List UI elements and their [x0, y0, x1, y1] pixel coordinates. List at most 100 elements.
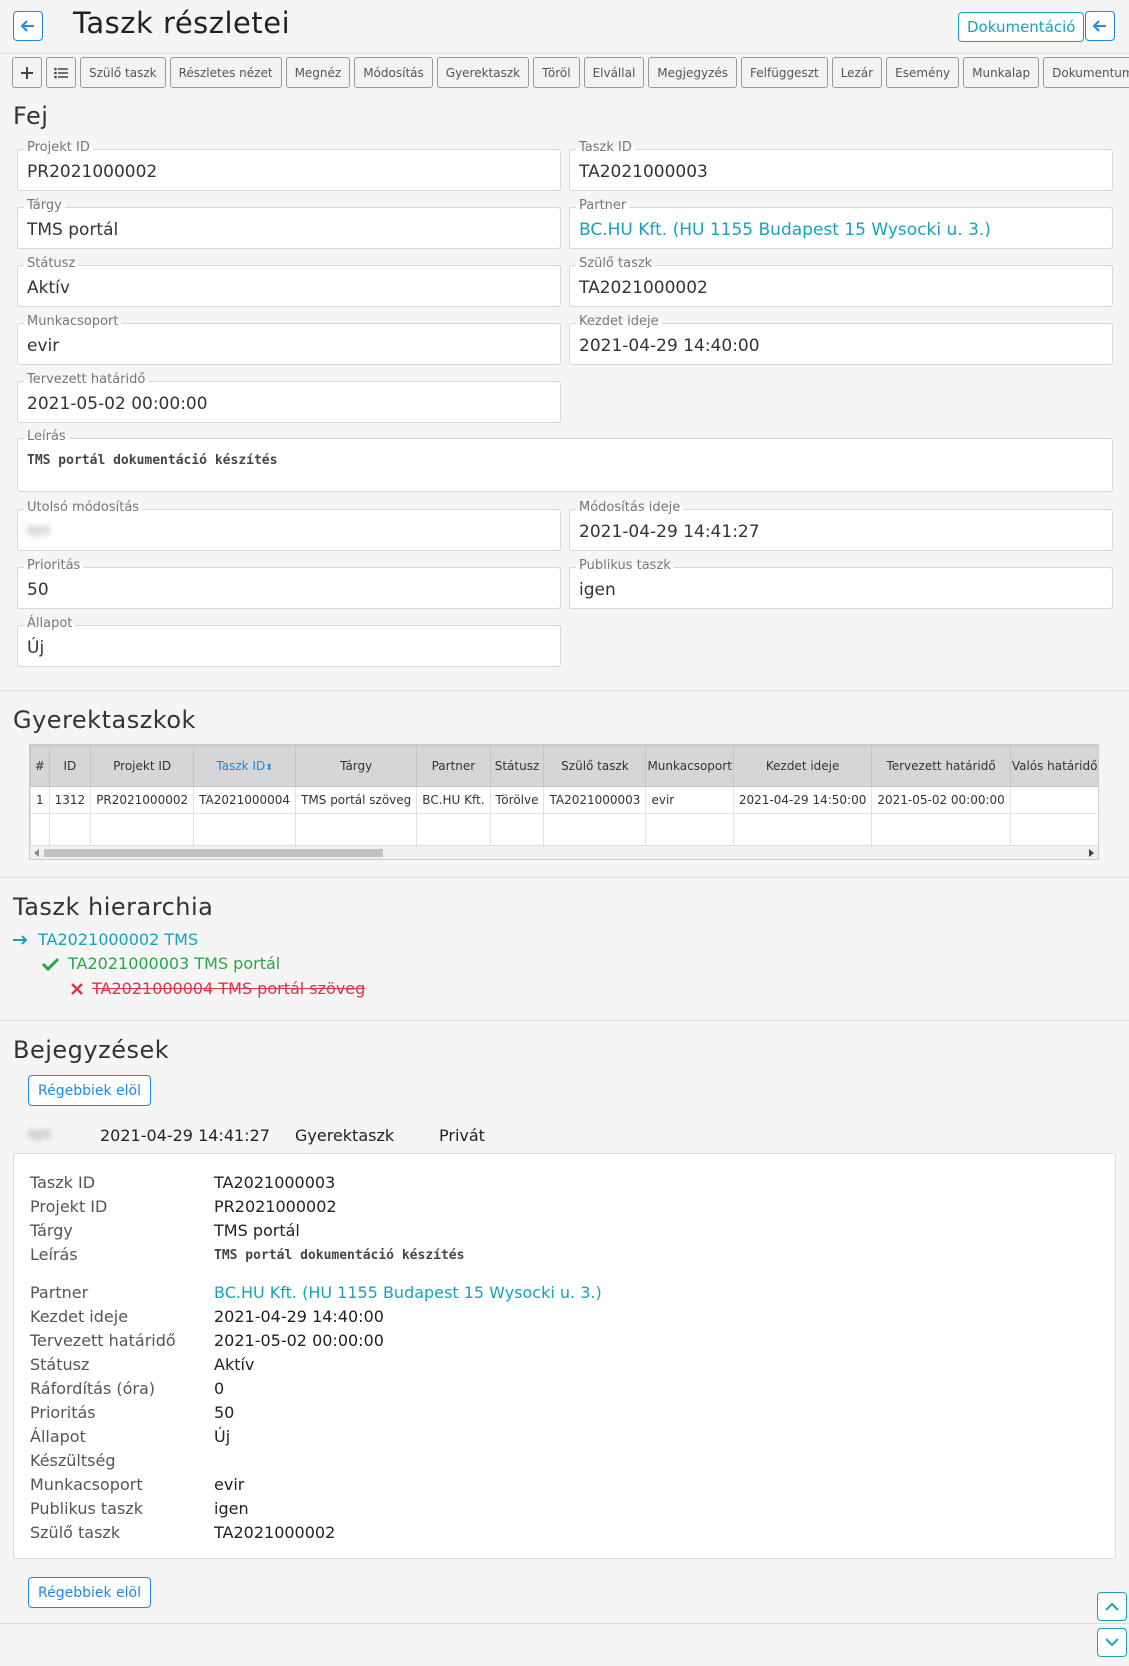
- scroll-left-icon[interactable]: [33, 849, 41, 857]
- delete-button[interactable]: Töröl: [533, 57, 580, 88]
- field-value: 50: [27, 580, 49, 600]
- field-szulo-taszk[interactable]: Szülő taszk TA2021000002: [569, 256, 1113, 307]
- hierarchy-item-root[interactable]: TA2021000002 TMS: [13, 930, 198, 949]
- field-publikus-taszk[interactable]: Publikus taszk igen: [569, 558, 1113, 609]
- divider: [0, 690, 1129, 691]
- detail-value: TMS portál dokumentáció készítés: [214, 1248, 465, 1263]
- field-value: 2021-04-29 14:40:00: [579, 336, 760, 356]
- edit-button[interactable]: Módosítás: [354, 57, 433, 88]
- arrow-left-icon: [1092, 20, 1106, 32]
- child-task-button[interactable]: Gyerektaszk: [436, 57, 530, 88]
- field-label: Leírás: [24, 429, 69, 444]
- table-cell: TA2021000004: [193, 786, 297, 814]
- detail-key: Partner: [30, 1283, 89, 1302]
- parent-task-button[interactable]: Szülő taszk: [80, 57, 166, 88]
- field-label: Kezdet ideje: [576, 314, 662, 329]
- field-partner[interactable]: Partner BC.HU Kft. (HU 1155 Budapest 15 …: [569, 198, 1113, 249]
- column-header[interactable]: Kezdet ideje: [732, 745, 873, 787]
- hierarchy-link[interactable]: TA2021000002 TMS: [38, 930, 198, 949]
- back-button-right[interactable]: [1085, 11, 1115, 41]
- field-munkacsoport[interactable]: Munkacsoport evir: [17, 314, 561, 365]
- older-first-button-bottom[interactable]: Régebbiek elöl: [28, 1577, 152, 1608]
- scroll-right-icon[interactable]: [1087, 849, 1095, 857]
- back-button[interactable]: [13, 11, 43, 41]
- field-leiras[interactable]: Leírás TMS portál dokumentáció készítés: [17, 429, 1113, 492]
- view-button[interactable]: Megnéz: [285, 57, 351, 88]
- accept-button[interactable]: Elvállal: [583, 57, 645, 88]
- table-cell: TMS portál szöveg: [295, 786, 418, 814]
- field-statusz[interactable]: Státusz Aktív: [17, 256, 561, 307]
- column-header[interactable]: Projekt ID: [90, 745, 195, 787]
- entry-timestamp: 2021-04-29 14:41:27: [100, 1126, 270, 1145]
- detail-value: PR2021000002: [214, 1197, 337, 1216]
- detail-key: Kezdet ideje: [30, 1307, 129, 1326]
- field-value: evir: [27, 336, 60, 356]
- table-cell: Törölve: [489, 786, 545, 814]
- field-label: Tervezett határidő: [24, 372, 149, 387]
- add-button[interactable]: [12, 57, 42, 88]
- column-header[interactable]: ID: [48, 745, 92, 787]
- field-value: 2021-04-29 14:41:27: [579, 522, 760, 542]
- entry-card: Taszk ID TA2021000003 Projekt ID PR20210…: [13, 1153, 1116, 1559]
- field-tervezett-hatarido[interactable]: Tervezett határidő 2021-05-02 00:00:00: [17, 372, 561, 423]
- column-header[interactable]: #: [30, 745, 50, 787]
- scrollbar-thumb[interactable]: [44, 849, 383, 857]
- partner-link[interactable]: BC.HU Kft. (HU 1155 Budapest 15 Wysocki …: [579, 220, 991, 240]
- column-header[interactable]: Partner: [416, 745, 491, 787]
- detail-value: Aktív: [214, 1355, 255, 1374]
- divider: [0, 1623, 1129, 1624]
- field-value: igen: [579, 580, 616, 600]
- field-label: Munkacsoport: [24, 314, 122, 329]
- comment-button[interactable]: Megjegyzés: [648, 57, 738, 88]
- entry-type: Gyerektaszk: [295, 1126, 395, 1145]
- column-header[interactable]: Valós határidő: [1009, 745, 1098, 787]
- hierarchy-link[interactable]: TA2021000004 TMS portál szöveg: [92, 979, 365, 998]
- close-task-button[interactable]: Lezár: [831, 57, 883, 88]
- column-header[interactable]: Munkacsoport: [645, 745, 734, 787]
- field-kezdet-ideje[interactable]: Kezdet ideje 2021-04-29 14:40:00: [569, 314, 1113, 365]
- field-prioritas[interactable]: Prioritás 50: [17, 558, 561, 609]
- field-value: TMS portál dokumentáció készítés: [27, 453, 278, 468]
- detail-key: Készültség: [30, 1451, 116, 1470]
- field-targy[interactable]: Tárgy TMS portál: [17, 198, 561, 249]
- column-header[interactable]: Tárgy: [295, 745, 418, 787]
- table-cell: PR2021000002: [90, 786, 195, 814]
- detailed-view-button[interactable]: Részletes nézet: [169, 57, 282, 88]
- worksheet-button[interactable]: Munkalap: [963, 57, 1040, 88]
- child-tasks-grid[interactable]: # ID Projekt ID Taszk ID⬍ Tárgy Partner …: [29, 744, 1099, 860]
- field-taszk-id[interactable]: Taszk ID TA2021000003: [569, 140, 1113, 191]
- table-row-empty: [30, 813, 1098, 847]
- field-modositas-ideje[interactable]: Módosítás ideje 2021-04-29 14:41:27: [569, 500, 1113, 551]
- column-header-sorted[interactable]: Taszk ID⬍: [193, 745, 297, 787]
- scroll-bottom-button[interactable]: [1097, 1628, 1127, 1657]
- column-header[interactable]: Tervezett határidő: [871, 745, 1011, 787]
- table-cell: 2021-04-29 14:50:00: [732, 786, 873, 814]
- list-button[interactable]: [46, 57, 76, 88]
- table-cell: 1312: [48, 786, 92, 814]
- detail-value: 2021-04-29 14:40:00: [214, 1307, 384, 1326]
- action-toolbar: Szülő taszk Részletes nézet Megnéz Módos…: [12, 57, 1129, 89]
- event-button[interactable]: Esemény: [886, 57, 960, 88]
- documents-button[interactable]: Dokumentumok: [1043, 57, 1129, 88]
- list-icon: [54, 67, 68, 78]
- partner-link[interactable]: BC.HU Kft. (HU 1155 Budapest 15 Wysocki …: [214, 1283, 602, 1302]
- scroll-top-button[interactable]: [1097, 1592, 1127, 1621]
- table-row[interactable]: 1 1312 PR2021000002 TA2021000004 TMS por…: [30, 786, 1098, 814]
- older-first-button-top[interactable]: Régebbiek elöl: [28, 1075, 152, 1106]
- hierarchy-link[interactable]: TA2021000003 TMS portál: [68, 954, 280, 973]
- field-utolso-modositas[interactable]: Utolsó módosítás sys: [17, 500, 561, 551]
- field-value: Új: [27, 638, 45, 658]
- table-cell: 2021-05-02 00:00:00: [871, 786, 1011, 814]
- horizontal-scrollbar[interactable]: [30, 845, 1098, 859]
- field-projekt-id[interactable]: Projekt ID PR2021000002: [17, 140, 561, 191]
- documentation-button[interactable]: Dokumentáció: [958, 12, 1085, 42]
- entry-user: sys: [28, 1126, 51, 1142]
- section-title-fej: Fej: [13, 102, 49, 130]
- hierarchy-item-current[interactable]: TA2021000003 TMS portál: [42, 954, 280, 973]
- field-allapot[interactable]: Állapot Új: [17, 616, 561, 667]
- field-label: Publikus taszk: [576, 558, 674, 573]
- hierarchy-item-child[interactable]: TA2021000004 TMS portál szöveg: [71, 979, 365, 998]
- column-header[interactable]: Szülő taszk: [543, 745, 647, 787]
- column-header[interactable]: Státusz: [489, 745, 545, 787]
- suspend-button[interactable]: Felfüggeszt: [741, 57, 828, 88]
